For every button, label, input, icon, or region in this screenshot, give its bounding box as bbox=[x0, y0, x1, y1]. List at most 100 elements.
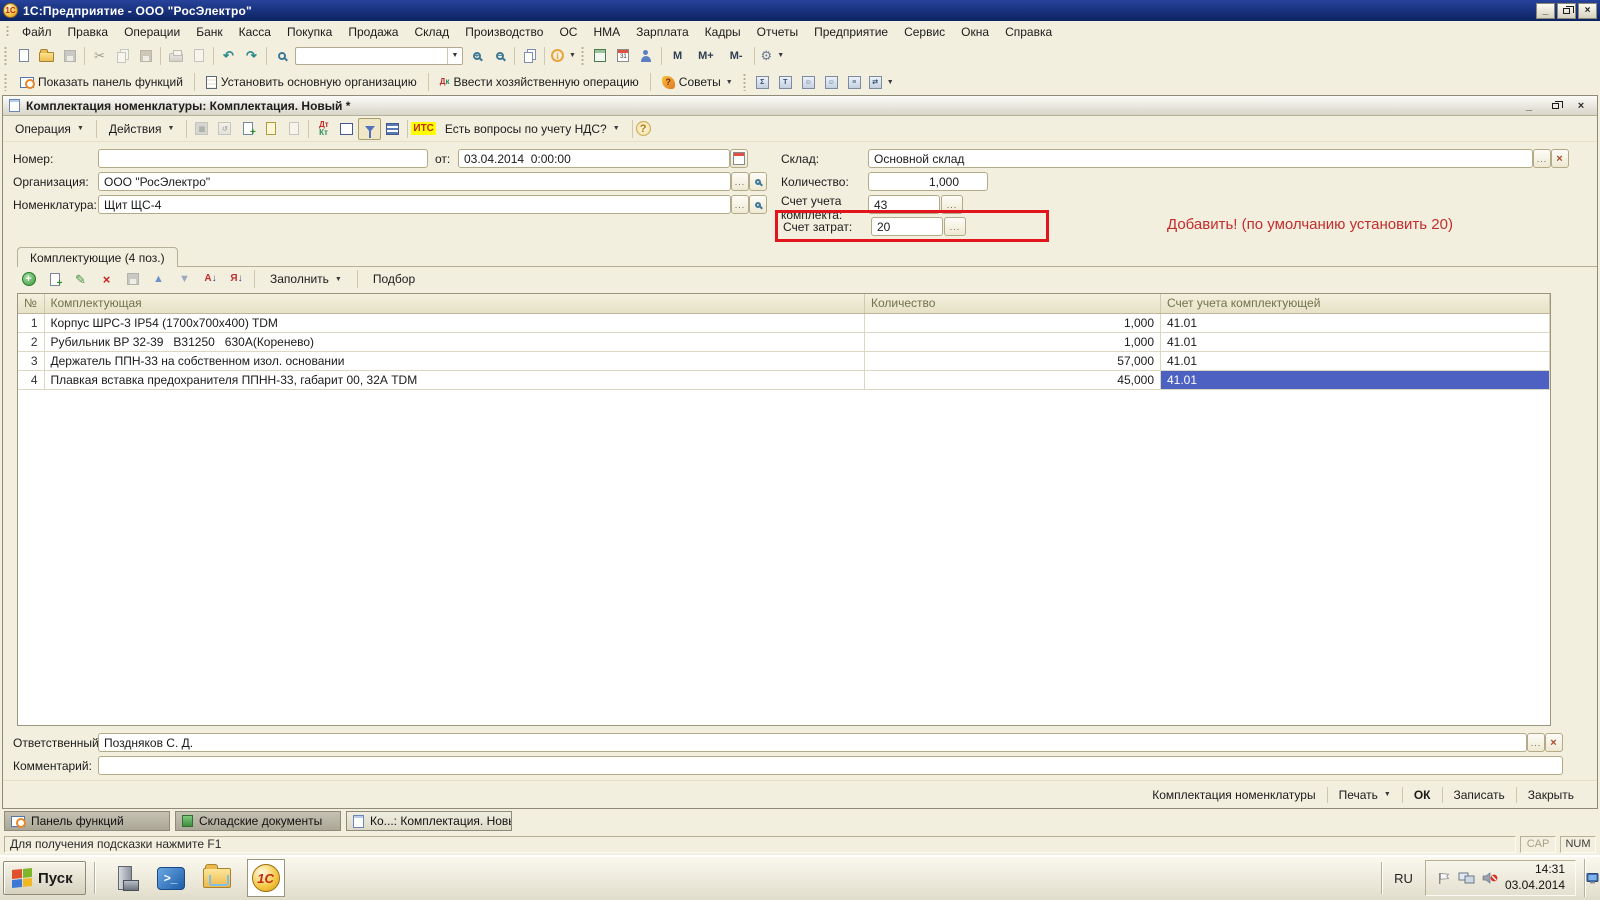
warehouse-clear-button[interactable]: × bbox=[1551, 149, 1569, 168]
create-based-on-button[interactable] bbox=[236, 118, 259, 140]
copy-settings-button[interactable] bbox=[259, 118, 282, 140]
redo-button[interactable]: ↷ bbox=[240, 45, 263, 67]
qty-cell[interactable]: 57,000 bbox=[865, 351, 1161, 370]
show-function-panel-button[interactable]: Показать панель функций bbox=[12, 71, 191, 93]
table-template-button[interactable]: Т bbox=[774, 71, 797, 93]
network-icon[interactable] bbox=[1458, 871, 1475, 886]
account-cell[interactable]: 41.01 bbox=[1161, 332, 1550, 351]
sort-asc-button[interactable]: А↓ bbox=[199, 268, 222, 290]
organization-field[interactable]: ООО "РосЭлектро" bbox=[98, 172, 731, 191]
memory-button[interactable]: М bbox=[665, 45, 690, 67]
component-cell[interactable]: Корпус ШРС-3 IP54 (1700х700х400) TDM bbox=[44, 313, 865, 332]
close-doc-button[interactable]: Закрыть bbox=[1517, 784, 1585, 806]
edit-row-button[interactable]: ✎ bbox=[69, 268, 92, 290]
search-dropdown-button[interactable]: ▼ bbox=[447, 48, 462, 64]
doc-close-button[interactable]: × bbox=[1571, 100, 1591, 112]
date-field[interactable]: 03.04.2014 0:00:00 bbox=[458, 149, 730, 168]
save-button[interactable] bbox=[58, 45, 81, 67]
account-cell[interactable]: 41.01 bbox=[1161, 313, 1550, 332]
data-exchange-button[interactable]: ⇄▼ bbox=[866, 71, 897, 93]
grid-row[interactable]: 1 Корпус ШРС-3 IP54 (1700х700х400) TDM 1… bbox=[18, 313, 1550, 332]
menu-item-service[interactable]: Сервис bbox=[896, 22, 953, 42]
col-header-num[interactable]: № bbox=[18, 294, 44, 313]
doc-restore-button[interactable] bbox=[1545, 100, 1565, 112]
user-template-button[interactable]: ☺ bbox=[820, 71, 843, 93]
pick-button[interactable]: Подбор bbox=[364, 268, 424, 290]
clock[interactable]: 14:31 03.04.2014 bbox=[1505, 862, 1565, 893]
fill-menu-button[interactable]: Заполнить▼ bbox=[261, 268, 351, 290]
copy-windows-button[interactable] bbox=[518, 45, 541, 67]
zoom-in-button[interactable]: + bbox=[465, 45, 488, 67]
menu-item-production[interactable]: Производство bbox=[457, 22, 551, 42]
powershell-shortcut[interactable]: >_ bbox=[155, 862, 187, 894]
action-center-flag-icon[interactable] bbox=[1436, 871, 1451, 886]
add-row-button[interactable]: + bbox=[17, 268, 40, 290]
tab-components[interactable]: Комплектующие (4 поз.) bbox=[17, 247, 178, 267]
set-main-organization-button[interactable]: Установить основную организацию bbox=[198, 71, 425, 93]
menu-item-reports[interactable]: Отчеты bbox=[749, 22, 806, 42]
menu-item-cash[interactable]: Касса bbox=[231, 22, 279, 42]
zoom-out-button[interactable]: − bbox=[488, 45, 511, 67]
dtkt-button[interactable]: ДтКт bbox=[312, 118, 335, 140]
open-button[interactable] bbox=[35, 45, 58, 67]
grid-row[interactable]: 2 Рубильник ВР 32-39 В31250 630А(Коренев… bbox=[18, 332, 1550, 351]
journal-button[interactable] bbox=[335, 118, 358, 140]
cost-account-select-button[interactable]: ... bbox=[944, 217, 966, 236]
menu-item-hr[interactable]: Кадры bbox=[697, 22, 749, 42]
move-down-button[interactable]: ▼ bbox=[173, 268, 196, 290]
undo-button[interactable]: ↶ bbox=[217, 45, 240, 67]
nomenclature-open-button[interactable] bbox=[749, 195, 767, 214]
component-cell[interactable]: Держатель ППН-33 на собственном изол. ос… bbox=[44, 351, 865, 370]
organization-select-button[interactable]: ... bbox=[731, 172, 749, 191]
memory-plus-button[interactable]: М+ bbox=[690, 45, 722, 67]
menu-item-salary[interactable]: Зарплата bbox=[628, 22, 697, 42]
list-settings-button[interactable] bbox=[381, 118, 404, 140]
move-up-button[interactable]: ▲ bbox=[147, 268, 170, 290]
ok-button[interactable]: ОК bbox=[1403, 784, 1442, 806]
sort-desc-button[interactable]: Я↓ bbox=[225, 268, 248, 290]
search-button[interactable] bbox=[270, 45, 293, 67]
cost-account-field[interactable]: 20 bbox=[871, 217, 943, 236]
explorer-shortcut[interactable] bbox=[201, 862, 233, 894]
new-document-button[interactable] bbox=[12, 45, 35, 67]
kit-account-field[interactable]: 43 bbox=[868, 195, 940, 214]
quantity-field[interactable]: 1,000 bbox=[868, 172, 988, 191]
comment-field[interactable] bbox=[98, 756, 1563, 775]
filter-toggle-button[interactable] bbox=[358, 118, 381, 140]
cancel-posting-button[interactable]: ↺ bbox=[213, 118, 236, 140]
account-cell[interactable]: 41.01 bbox=[1161, 351, 1550, 370]
responsible-clear-button[interactable]: × bbox=[1545, 733, 1563, 752]
menu-item-os[interactable]: ОС bbox=[551, 22, 585, 42]
menu-item-help[interactable]: Справка bbox=[997, 22, 1060, 42]
number-field[interactable] bbox=[98, 149, 428, 168]
qty-cell[interactable]: 45,000 bbox=[865, 370, 1161, 389]
cut-button[interactable]: ✂ bbox=[88, 45, 111, 67]
qty-cell[interactable]: 1,000 bbox=[865, 313, 1161, 332]
kit-nomenclature-button[interactable]: Комплектация номенклатуры bbox=[1141, 784, 1326, 806]
enter-operation-button[interactable]: Дк Ввести хозяйственную операцию bbox=[432, 71, 647, 93]
user-report-button[interactable]: ☺ bbox=[797, 71, 820, 93]
menu-item-bank[interactable]: Банк bbox=[188, 22, 230, 42]
paste-button[interactable] bbox=[134, 45, 157, 67]
doc-minimize-button[interactable]: _ bbox=[1519, 100, 1539, 112]
date-calendar-button[interactable] bbox=[730, 149, 748, 168]
volume-muted-icon[interactable] bbox=[1482, 871, 1498, 885]
post-document-button[interactable]: ▦ bbox=[190, 118, 213, 140]
menu-item-file[interactable]: Файл bbox=[14, 22, 60, 42]
nds-question-button[interactable]: Есть вопросы по учету НДС?▼ bbox=[436, 118, 629, 140]
operation-menu-button[interactable]: Операция▼ bbox=[6, 118, 93, 140]
tips-button[interactable]: ? Советы ▼ bbox=[654, 71, 741, 93]
write-button[interactable]: Записать bbox=[1443, 784, 1516, 806]
search-combobox[interactable]: ▼ bbox=[295, 47, 463, 65]
account-cell-selected[interactable]: 41.01 bbox=[1161, 370, 1550, 389]
col-header-qty[interactable]: Количество bbox=[865, 294, 1161, 313]
menu-item-warehouse[interactable]: Склад bbox=[406, 22, 457, 42]
memory-minus-button[interactable]: М- bbox=[722, 45, 751, 67]
print-menu-button[interactable]: Печать▼ bbox=[1328, 784, 1402, 806]
menu-item-operations[interactable]: Операции bbox=[116, 22, 188, 42]
onec-taskbar-button[interactable]: 1С bbox=[247, 859, 285, 897]
component-cell[interactable]: Рубильник ВР 32-39 В31250 630А(Коренево) bbox=[44, 332, 865, 351]
menu-item-edit[interactable]: Правка bbox=[60, 22, 117, 42]
totals-report-button[interactable]: Σ bbox=[751, 71, 774, 93]
service-settings-button[interactable]: ⚙▼ bbox=[758, 45, 788, 67]
